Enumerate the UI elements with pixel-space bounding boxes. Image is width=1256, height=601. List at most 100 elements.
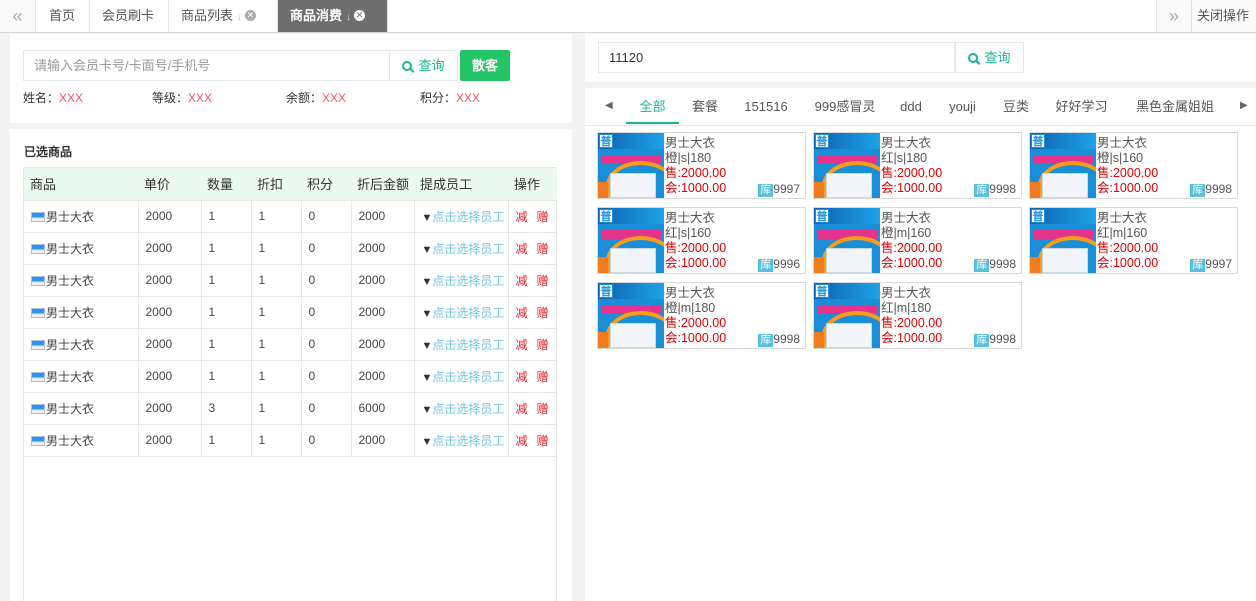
select-employee-link[interactable]: 点击选择员工 [432,338,504,352]
operation-cell: 减赠 [508,424,557,457]
member-search-button[interactable]: 查询 [389,50,458,81]
employee-cell[interactable]: ▼点击选择员工 [414,424,509,457]
discount-cell[interactable]: 1 [251,328,302,361]
product-card[interactable]: 普 男士大衣 橙|s|180 售:2000.00 会:1000.00 库 9997 [597,132,806,199]
discount-cell[interactable]: 1 [251,264,302,297]
tab-label: 商品列表 [181,8,234,23]
reduce-button[interactable]: 减 [516,434,528,448]
category-tab[interactable]: 999感冒灵 [810,88,880,124]
product-card[interactable]: 普 男士大衣 红|s|160 售:2000.00 会:1000.00 库 9996 [597,207,806,274]
stock-badge: 库 [758,259,774,272]
product-card[interactable]: 普 男士大衣 红|s|180 售:2000.00 会:1000.00 库 9998 [813,132,1022,199]
category-tab[interactable]: 豆类 [1000,88,1032,124]
employee-cell[interactable]: ▼点击选择员工 [414,296,509,329]
close-operations-button[interactable]: 关闭操作 [1191,0,1256,32]
employee-cell[interactable]: ▼点击选择员工 [414,232,509,265]
product-search-input[interactable]: 11120 [598,42,955,73]
gift-button[interactable]: 赠 [537,338,549,352]
close-icon[interactable]: ✕ [354,10,366,22]
select-employee-link[interactable]: 点击选择员工 [432,370,504,384]
reduce-button[interactable]: 减 [516,306,528,320]
walk-in-button[interactable]: 散客 [460,50,510,81]
product-cell: 男士大衣 [24,264,139,297]
gift-button[interactable]: 赠 [537,210,549,224]
employee-cell[interactable]: ▼点击选择员工 [414,200,509,233]
quantity-cell[interactable]: 1 [201,424,252,457]
reduce-button[interactable]: 减 [516,242,528,256]
gift-button[interactable]: 赠 [537,402,549,416]
quantity-cell[interactable]: 1 [201,232,252,265]
tab-home[interactable]: 首页 [37,0,90,32]
product-card[interactable]: 普 男士大衣 红|m|180 售:2000.00 会:1000.00 库 9998 [813,282,1022,349]
stock-count: 库 9997 [758,182,800,197]
category-tab[interactable]: 151516 [740,88,792,124]
employee-cell[interactable]: ▼点击选择员工 [414,264,509,297]
gift-button[interactable]: 赠 [537,434,549,448]
employee-cell[interactable]: ▼点击选择员工 [414,360,509,393]
discount-cell[interactable]: 1 [251,360,302,393]
quantity-cell[interactable]: 1 [201,296,252,329]
gift-button[interactable]: 赠 [537,274,549,288]
member-price: 会:1000.00 [881,331,943,345]
tab-product-consume[interactable]: 商品消费 ↓ ✕ [278,0,388,32]
product-card[interactable]: 普 男士大衣 红|m|160 售:2000.00 会:1000.00 库 9997 [1029,207,1238,274]
quantity-cell[interactable]: 1 [201,200,252,233]
close-icon[interactable]: ✕ [245,10,257,22]
tab-product-list[interactable]: 商品列表 ↓ ✕ [169,0,278,32]
product-card[interactable]: 普 男士大衣 橙|m|180 售:2000.00 会:1000.00 库 9998 [597,282,806,349]
product-name: 男士大衣 [881,136,932,150]
product-thumbnail [31,435,45,446]
select-employee-link[interactable]: 点击选择员工 [432,274,504,288]
select-employee-link[interactable]: 点击选择员工 [432,402,504,416]
pin-icon[interactable]: ↓ [346,12,351,23]
category-tab[interactable]: 好好学习 [1052,88,1111,124]
member-price: 会:1000.00 [665,331,727,345]
discount-cell[interactable]: 1 [251,200,302,233]
gift-button[interactable]: 赠 [537,242,549,256]
sale-price: 售:2000.00 [665,316,727,330]
select-employee-link[interactable]: 点击选择员工 [432,434,504,448]
gift-button[interactable]: 赠 [537,370,549,384]
reduce-button[interactable]: 减 [516,370,528,384]
reduce-button[interactable]: 减 [516,402,528,416]
category-prev-icon[interactable]: ◀ [605,100,613,111]
category-tab[interactable]: 全部 [626,88,679,124]
discount-cell[interactable]: 1 [251,232,302,265]
discount-cell[interactable]: 1 [251,392,302,425]
tab-scroll-right-icon[interactable]: » [1156,0,1192,32]
gift-button[interactable]: 赠 [537,306,549,320]
price-cell: 2000 [138,392,202,425]
member-search-input[interactable]: 请输入会员卡号/卡面号/手机号 [23,50,390,81]
pin-icon[interactable]: ↓ [237,12,242,23]
points-cell: 0 [301,296,352,329]
tab-member-card[interactable]: 会员刷卡 [90,0,169,32]
quantity-cell[interactable]: 1 [201,328,252,361]
reduce-button[interactable]: 减 [516,338,528,352]
select-employee-link[interactable]: 点击选择员工 [432,306,504,320]
table-row: 男士大衣 2000 1 1 0 2000 ▼点击选择员工减赠 [24,424,557,457]
product-card[interactable]: 普 男士大衣 橙|m|160 售:2000.00 会:1000.00 库 9998 [813,207,1022,274]
category-tab[interactable]: youji [946,88,979,124]
member-price: 会:1000.00 [665,181,727,195]
category-next-icon[interactable]: ▶ [1240,100,1248,111]
product-search-button[interactable]: 查询 [955,42,1024,73]
operation-cell: 减赠 [508,232,557,265]
quantity-cell[interactable]: 3 [201,392,252,425]
quantity-cell[interactable]: 1 [201,360,252,393]
discount-cell[interactable]: 1 [251,424,302,457]
quantity-cell[interactable]: 1 [201,264,252,297]
employee-cell[interactable]: ▼点击选择员工 [414,328,509,361]
product-card[interactable]: 普 男士大衣 橙|s|160 售:2000.00 会:1000.00 库 9998 [1029,132,1238,199]
category-tab[interactable]: 套餐 [687,88,723,124]
product-thumbnail [31,403,45,414]
category-tab[interactable]: 黑色金属姐姐 [1132,88,1218,124]
discount-cell[interactable]: 1 [251,296,302,329]
employee-cell[interactable]: ▼点击选择员工 [414,392,509,425]
amount-cell: 2000 [351,296,415,329]
tab-scroll-left-icon[interactable]: « [0,0,36,32]
select-employee-link[interactable]: 点击选择员工 [432,210,504,224]
select-employee-link[interactable]: 点击选择员工 [432,242,504,256]
reduce-button[interactable]: 减 [516,210,528,224]
category-tab[interactable]: ddd [897,88,925,124]
reduce-button[interactable]: 减 [516,274,528,288]
